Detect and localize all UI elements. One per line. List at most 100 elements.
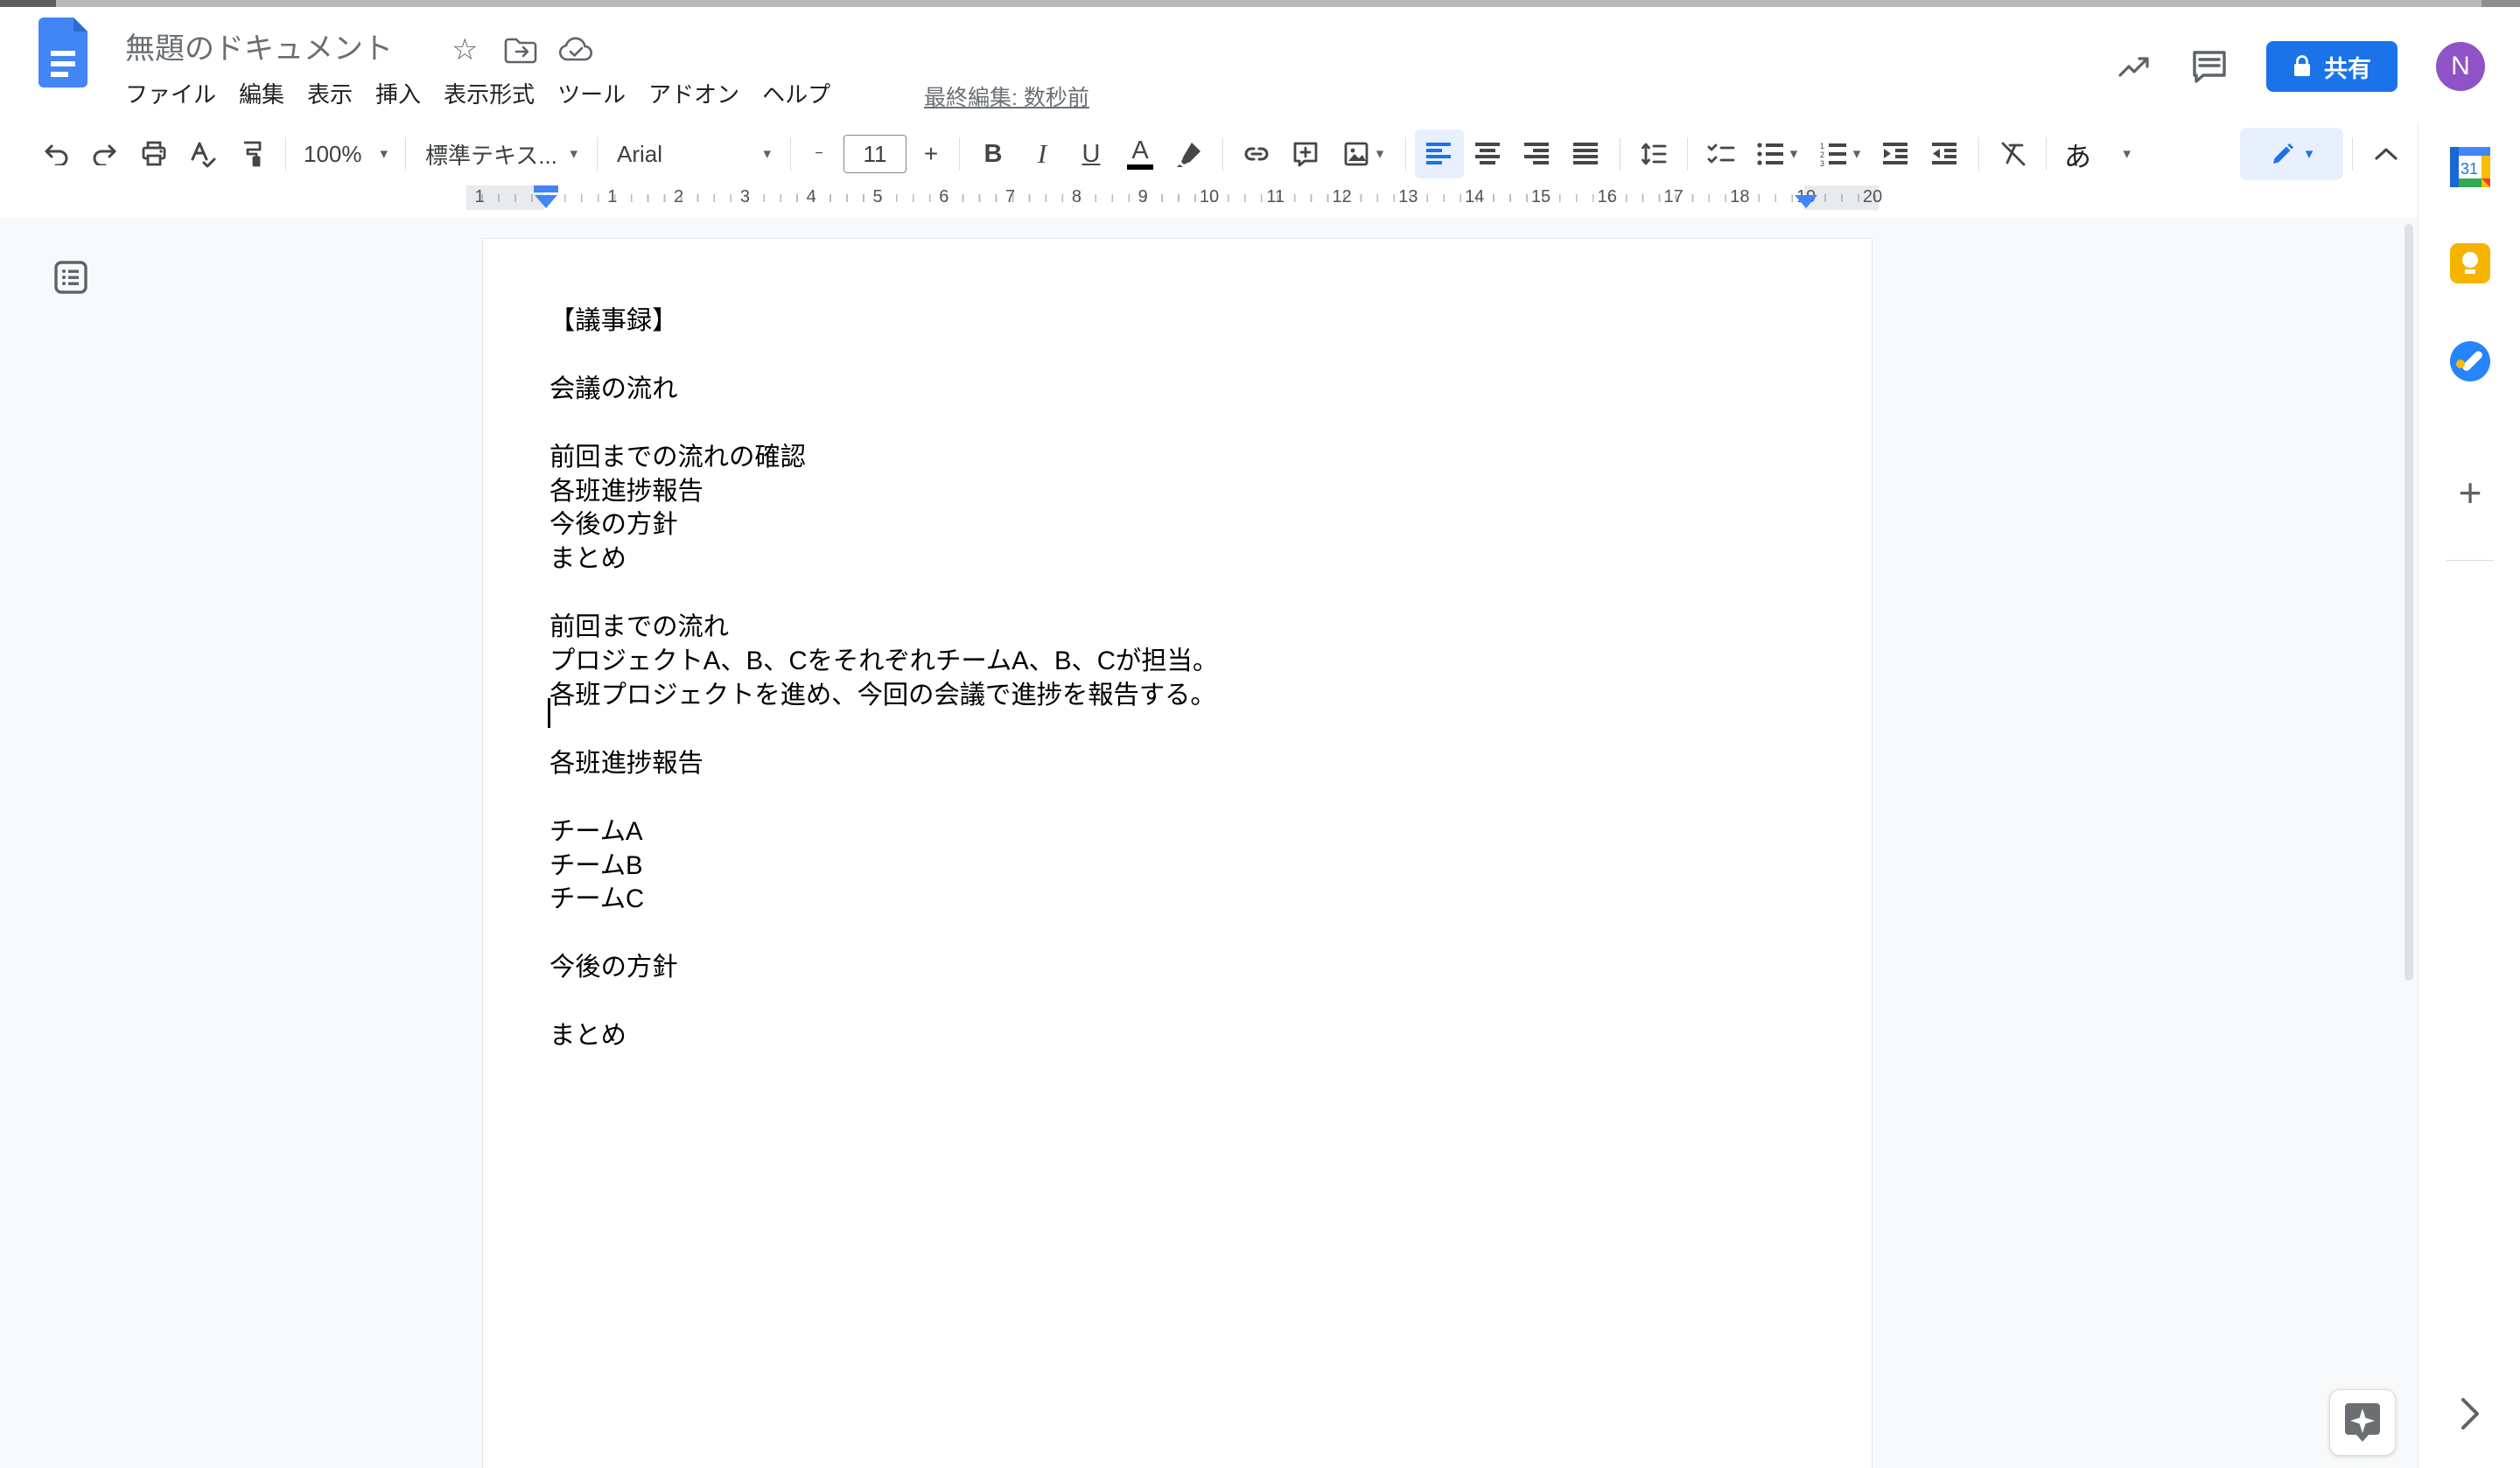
svg-text:2: 2 <box>1820 150 1824 159</box>
right-indent-marker[interactable] <box>1793 194 1819 209</box>
toolbar-divider <box>1222 137 1223 171</box>
star-icon[interactable]: ☆ <box>452 35 478 65</box>
text-color-button[interactable]: A <box>1116 129 1165 178</box>
zoom-value: 100% <box>304 141 362 168</box>
chevron-down-icon: ▾ <box>763 145 771 163</box>
menu-format[interactable]: 表示形式 <box>432 73 546 113</box>
editing-mode-button[interactable]: ▾ <box>2240 128 2343 180</box>
google-docs-app: 無題のドキュメント ☆ ファイル 編集 表示 挿入 表示形式 ツール アドオン … <box>0 0 2520 1468</box>
menu-bar: ファイル 編集 表示 挿入 表示形式 ツール アドオン ヘルプ <box>114 75 842 110</box>
insert-link-button[interactable] <box>1232 129 1281 178</box>
ruler-number: 2 <box>666 187 692 207</box>
side-panel-divider <box>2446 560 2494 561</box>
window-corner-left <box>0 0 56 7</box>
ruler-number: 3 <box>732 187 758 207</box>
close-side-panel-chevron[interactable] <box>2459 1395 2482 1432</box>
toolbar: 100% ▾ 標準テキス... ▾ Arial ▾ − 11 + B I U A <box>0 122 2418 185</box>
avatar[interactable]: N <box>2436 42 2485 91</box>
explore-button[interactable] <box>2329 1389 2396 1456</box>
align-center-button[interactable] <box>1464 129 1513 178</box>
menu-file[interactable]: ファイル <box>114 73 228 113</box>
align-right-button[interactable] <box>1513 129 1562 178</box>
ruler-number: 7 <box>998 187 1024 207</box>
document-title[interactable]: 無題のドキュメント <box>125 24 393 67</box>
google-keep-icon[interactable] <box>2450 243 2490 283</box>
comments-icon[interactable] <box>2191 49 2228 84</box>
paint-format-button[interactable] <box>228 129 276 178</box>
docs-logo-icon[interactable] <box>38 17 88 87</box>
bulleted-list-button[interactable]: ▾ <box>1746 129 1809 178</box>
ruler-number: 13 <box>1395 187 1421 207</box>
svg-text:1: 1 <box>1820 142 1824 150</box>
zoom-select[interactable]: 100% ▾ <box>295 129 396 178</box>
toolbar-divider <box>959 137 960 171</box>
align-justify-button[interactable] <box>1562 129 1611 178</box>
ruler-number: 10 <box>1196 187 1222 207</box>
chevron-down-icon: ▾ <box>380 145 388 163</box>
chevron-down-icon: ▾ <box>1853 145 1861 163</box>
get-addons-button[interactable]: + <box>2450 472 2490 513</box>
insert-image-button[interactable]: ▾ <box>1330 129 1396 178</box>
ruler-number: 4 <box>798 187 824 207</box>
toolbar-divider <box>2352 137 2353 171</box>
decrease-indent-button[interactable] <box>1872 129 1921 178</box>
side-panel: 31 + <box>2418 122 2520 1468</box>
move-to-folder-icon[interactable] <box>504 35 537 65</box>
add-comment-button[interactable] <box>1281 129 1330 178</box>
collapse-toolbar-button[interactable] <box>2362 129 2411 178</box>
show-outline-button[interactable] <box>49 255 93 299</box>
input-tools-button[interactable]: あ ▾ <box>2055 129 2139 178</box>
share-label: 共有 <box>2324 50 2371 84</box>
text-color-swatch <box>1127 164 1153 170</box>
redo-button[interactable] <box>80 129 130 178</box>
ruler-number: 11 <box>1263 187 1289 207</box>
document-stats-icon[interactable] <box>2118 52 2152 80</box>
toolbar-divider <box>790 137 791 171</box>
font-size-input[interactable]: 11 <box>844 135 906 173</box>
spellcheck-button[interactable] <box>178 129 228 178</box>
header-right-controls: 共有 N <box>2118 30 2485 103</box>
google-calendar-icon[interactable]: 31 <box>2450 147 2490 187</box>
chevron-down-icon: ▾ <box>570 145 578 163</box>
vertical-scrollbar[interactable] <box>2404 224 2413 981</box>
menu-tools[interactable]: ツール <box>546 73 637 113</box>
checklist-button[interactable] <box>1697 129 1746 178</box>
undo-button[interactable] <box>32 129 80 178</box>
toolbar-divider <box>2046 137 2047 171</box>
menu-view[interactable]: 表示 <box>296 73 364 113</box>
clear-formatting-button[interactable] <box>1988 129 2037 178</box>
cloud-saved-icon[interactable] <box>558 35 593 63</box>
ruler-number: 1 <box>599 187 626 207</box>
menu-insert[interactable]: 挿入 <box>364 73 432 113</box>
text-cursor <box>548 698 550 728</box>
google-tasks-icon[interactable] <box>2450 341 2490 381</box>
header: 無題のドキュメント ☆ ファイル 編集 表示 挿入 表示形式 ツール アドオン … <box>0 7 2520 122</box>
document-page[interactable]: 【議事録】 会議の流れ 前回までの流れの確認 各班進捗報告 今後の方針 まとめ … <box>482 238 1872 1468</box>
line-spacing-button[interactable] <box>1629 129 1678 178</box>
last-edit-link[interactable]: 最終編集: 数秒前 <box>924 80 1089 112</box>
horizontal-ruler[interactable]: 1 1234567891011121314151617181920 <box>466 185 1879 210</box>
share-button[interactable]: 共有 <box>2266 41 2398 92</box>
italic-button[interactable]: I <box>1018 129 1067 178</box>
explore-sparkle-icon <box>2343 1402 2382 1444</box>
increase-indent-button[interactable] <box>1921 129 1970 178</box>
bold-button[interactable]: B <box>969 129 1018 178</box>
underline-button[interactable]: U <box>1067 129 1116 178</box>
menu-help[interactable]: ヘルプ <box>751 73 842 113</box>
menu-edit[interactable]: 編集 <box>228 73 296 113</box>
left-indent-marker[interactable] <box>533 185 559 209</box>
document-text[interactable]: 【議事録】 会議の流れ 前回までの流れの確認 各班進捗報告 今後の方針 まとめ … <box>550 304 1218 1053</box>
align-left-button[interactable] <box>1415 129 1464 178</box>
highlight-color-button[interactable] <box>1165 129 1214 178</box>
font-select[interactable]: Arial ▾ <box>606 129 781 178</box>
pencil-icon <box>2271 142 2295 166</box>
menu-addons[interactable]: アドオン <box>637 73 751 113</box>
styles-value: 標準テキス... <box>425 138 557 171</box>
paragraph-styles-select[interactable]: 標準テキス... ▾ <box>415 129 588 178</box>
numbered-list-button[interactable]: 1 2 3 ▾ <box>1809 129 1872 178</box>
print-button[interactable] <box>130 129 178 178</box>
document-canvas: 【議事録】 会議の流れ 前回までの流れの確認 各班進捗報告 今後の方針 まとめ … <box>0 217 2418 1468</box>
toolbar-divider <box>1405 137 1406 171</box>
font-size-decrease-button[interactable]: − <box>800 129 838 178</box>
font-size-increase-button[interactable]: + <box>912 129 950 178</box>
